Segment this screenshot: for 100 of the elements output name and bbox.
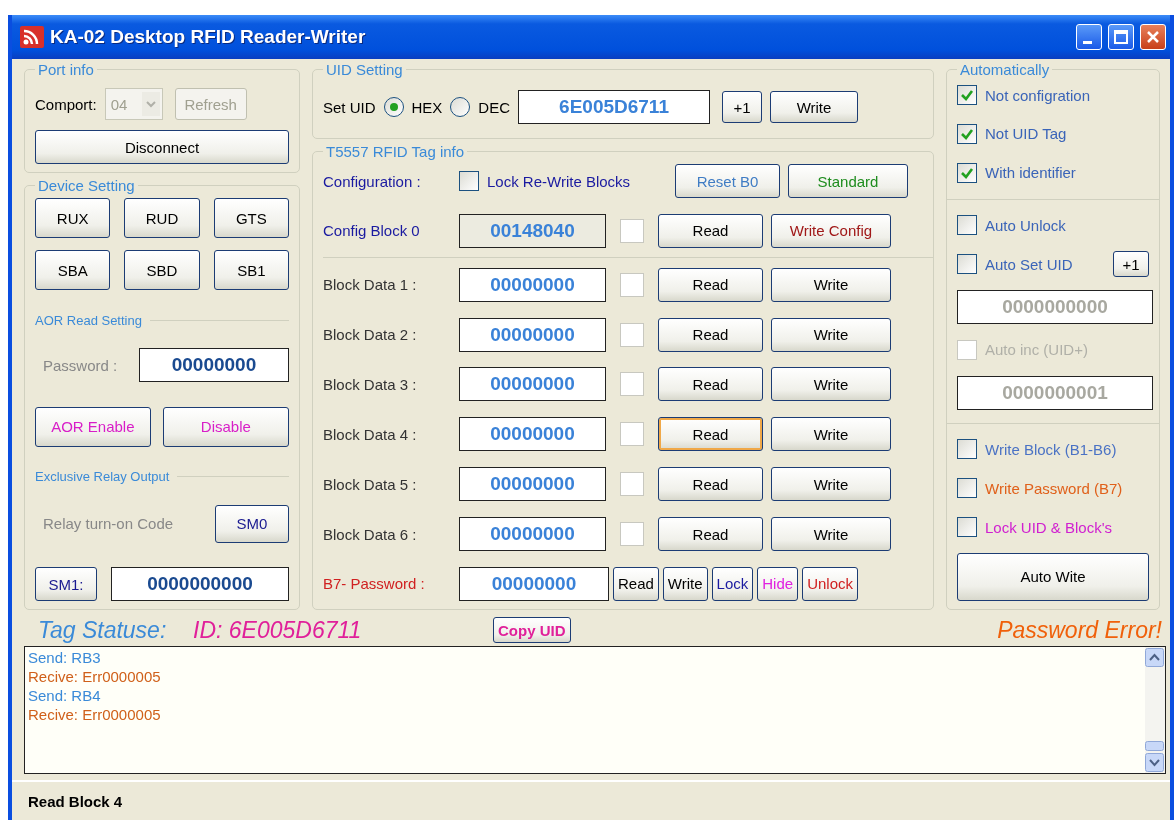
block-label: Block Data 4 :: [323, 425, 418, 443]
check-icon: [960, 88, 974, 102]
command-button[interactable]: SBA: [35, 250, 111, 290]
checkbox[interactable]: [957, 478, 977, 499]
password-button[interactable]: Lock: [711, 566, 754, 601]
block-label: Config Block 0: [323, 222, 421, 240]
block-label: Block Data 6 :: [323, 525, 418, 543]
password-button[interactable]: Read: [613, 566, 659, 601]
section-title: AOR Read Setting: [35, 312, 142, 328]
copy-uid-button[interactable]: Copy UID: [493, 617, 571, 643]
radio-label: DEC: [478, 98, 511, 116]
password-button[interactable]: Write: [662, 566, 708, 601]
block-label: Block Data 3 :: [323, 375, 418, 393]
block-label: Block Data 1 :: [323, 276, 418, 294]
scroll-up-icon[interactable]: [1145, 648, 1164, 667]
password-button[interactable]: Unlock: [802, 566, 858, 601]
password-field[interactable]: 00000000: [459, 566, 609, 601]
password-button[interactable]: Hide: [757, 566, 799, 601]
scroll-thumb-icon[interactable]: [1145, 741, 1164, 751]
write-button[interactable]: Write Config: [771, 213, 891, 248]
minimize-button[interactable]: [1076, 24, 1102, 50]
checkbox[interactable]: [957, 85, 977, 105]
command-button[interactable]: GTS: [213, 198, 289, 238]
block-field[interactable]: 00000000: [459, 267, 606, 302]
checkbox-label: Auto Unlock: [985, 216, 1067, 234]
auto-write-button[interactable]: Auto Wite: [957, 552, 1149, 601]
aor-button[interactable]: Disable: [162, 406, 289, 447]
group-title: UID Setting: [325, 61, 404, 78]
password-label: Password :: [43, 356, 118, 374]
read-button[interactable]: Read: [658, 467, 763, 502]
command-button[interactable]: SBD: [124, 250, 200, 290]
disconnect-button[interactable]: Disconnect: [35, 130, 289, 164]
config-button[interactable]: Standard: [788, 164, 908, 198]
sm1-button[interactable]: SM1:: [35, 567, 97, 601]
scroll-down-icon[interactable]: [1145, 753, 1164, 772]
block-field[interactable]: 00000000: [459, 367, 606, 402]
log-area[interactable]: Send: RB3 Recive: Err0000005 Send: RB4 Recive: Err0000005: [24, 646, 1166, 774]
write-button[interactable]: Write: [771, 267, 891, 302]
read-button[interactable]: Read: [658, 417, 763, 452]
window-title: KA-02 Desktop RFID Reader-Writer: [50, 26, 367, 48]
password-field[interactable]: 00000000: [139, 348, 289, 382]
checkbox[interactable]: [957, 123, 977, 144]
radio-button[interactable]: [450, 97, 471, 117]
write-button[interactable]: Write: [771, 467, 891, 502]
checkbox[interactable]: [459, 171, 479, 191]
uid-field[interactable]: 6E005D6711: [518, 90, 711, 124]
block-field[interactable]: 00000000: [459, 467, 606, 502]
checkbox[interactable]: [957, 254, 977, 275]
group-title: Automatically: [959, 61, 1051, 78]
relay-code-field[interactable]: 0000000000: [111, 567, 289, 601]
close-button[interactable]: [1140, 24, 1166, 50]
write-button[interactable]: Write: [771, 317, 891, 352]
write-button[interactable]: Write: [771, 417, 891, 452]
write-button[interactable]: Write: [770, 91, 859, 123]
tag-status-label: Tag Statuse:: [38, 616, 168, 644]
write-button[interactable]: Write: [771, 367, 891, 402]
radio-button[interactable]: [383, 97, 404, 117]
close-icon: [1146, 30, 1160, 44]
aor-button[interactable]: AOR Enable: [35, 406, 151, 447]
checkbox-label: Lock UID & Block's: [985, 518, 1114, 536]
checkbox-label: Not configration: [985, 86, 1092, 104]
tag-id: ID: 6E005D6711: [193, 616, 363, 644]
checkbox[interactable]: [957, 162, 977, 183]
block-field[interactable]: 00000000: [459, 417, 606, 452]
checkbox-label: Auto Set UID: [985, 255, 1074, 273]
read-button[interactable]: Read: [658, 213, 763, 248]
block-label: Block Data 5 :: [323, 475, 418, 493]
read-button[interactable]: Read: [658, 317, 763, 352]
minimize-icon: [1082, 40, 1092, 44]
group-title: Port info: [37, 61, 95, 78]
log-line: Recive: Err0000005: [28, 667, 162, 686]
command-button[interactable]: SB1: [213, 250, 289, 290]
block-label: Block Data 2 :: [323, 326, 418, 343]
comport-label: Comport:: [35, 95, 97, 113]
log-line: Recive: Err0000005: [28, 705, 162, 724]
checkbox-label: Auto inc (UID+): [985, 341, 1089, 359]
block-field[interactable]: 00000000: [459, 317, 606, 352]
increment-button[interactable]: +1: [722, 91, 763, 123]
checkbox[interactable]: [957, 439, 977, 460]
configuration-label: Configuration :: [323, 172, 422, 190]
command-button[interactable]: RUD: [124, 198, 200, 238]
sm0-button[interactable]: SM0: [215, 504, 289, 543]
config-button[interactable]: Reset B0: [675, 164, 780, 198]
radio-label: HEX: [411, 98, 443, 116]
password-label: B7- Password :: [323, 575, 426, 593]
relay-label: Relay turn-on Code: [43, 515, 174, 532]
increment-button[interactable]: +1: [1113, 251, 1149, 278]
lock-label: Lock Re-Write Blocks: [487, 172, 632, 190]
read-button[interactable]: Read: [658, 367, 763, 402]
read-button[interactable]: Read: [658, 517, 763, 551]
command-button[interactable]: RUX: [35, 198, 111, 238]
block-field[interactable]: 00000000: [459, 517, 606, 551]
write-button[interactable]: Write: [771, 517, 891, 551]
read-button[interactable]: Read: [658, 267, 763, 302]
checkbox[interactable]: [957, 215, 977, 236]
group-title: T5557 RFID Tag info: [325, 143, 466, 160]
maximize-button[interactable]: [1108, 24, 1134, 50]
checkbox[interactable]: [957, 517, 977, 538]
scrollbar[interactable]: [1145, 647, 1165, 773]
maximize-icon: [1114, 30, 1128, 44]
